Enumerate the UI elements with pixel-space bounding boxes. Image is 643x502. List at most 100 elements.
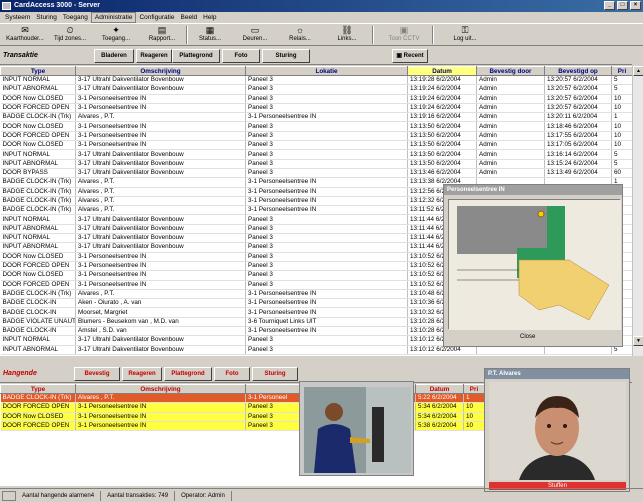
table-row[interactable]: DOOR BYPASS 3-17 Ultrahl Dakventilator Bo… [0,168,632,179]
table-cell: Paneel 3 [245,233,408,244]
table-cell: 3-17 Ultrahl Dakventilator Bovenbouw [75,214,246,225]
hangende-sturing-button[interactable]: Sturing [252,367,298,381]
recent-icon: ▣ [396,53,404,59]
menu-systeem[interactable]: Systeem [2,12,33,23]
plattegrond-button[interactable]: Plattegrond [172,49,220,63]
hangende-reageren-button[interactable]: Reageren [122,367,162,381]
table-cell: 3-1 Personeelsentree IN [245,187,408,197]
table-row[interactable]: INPUT NORMAL 3-17 Ultrahl Dakventilator B… [0,149,632,160]
floorplan-map[interactable] [448,199,621,330]
links-button[interactable]: ⛓ Links... [333,25,361,45]
pending-cell: 3-1 Personeelsentree IN [75,412,246,422]
menu-configuratie[interactable]: Configuratie [136,12,177,23]
table-row[interactable]: DOOR Now CLOSED 3-1 Personeelsentree IN Pa… [0,94,632,104]
cardholder-photo [489,382,626,480]
table-cell: Paneel 3 [245,242,408,253]
table-cell: DOOR Now CLOSED [0,94,76,104]
table-row[interactable]: DOOR Now CLOSED 3-1 Personeelsentree IN Pa… [0,121,632,132]
pending-col-pri[interactable]: Pri [463,384,484,394]
table-cell: 3-1 Personeelsentree IN [245,196,408,207]
recent-button[interactable]: ▣ Recent [392,49,428,63]
minimize-button[interactable]: _ [604,1,615,10]
col-pri[interactable]: Pri [611,66,632,76]
status-arrow-icon [2,490,16,501]
deuren-button[interactable]: ▭ Deuren... [240,25,270,45]
menu-help[interactable]: Help [200,12,219,23]
table-cell: BADGE VIOLATE UNAUTH [0,317,76,328]
table-cell: 3-1 Personeelsentree IN [245,307,408,318]
pending-cell: 5:34 6/2/2004 [415,412,464,422]
table-row[interactable]: DOOR Now CLOSED 3-1 Personeelsentree IN Pa… [0,140,632,151]
table-row[interactable]: INPUT ABNORMAL 3-17 Ultrahl Dakventilator… [0,159,632,169]
table-row[interactable]: BADGE CLOCK-IN (Trk) Alvares , P.T. 3-1 Pe… [0,112,632,123]
scroll-down-arrow-icon[interactable]: ▼ [633,336,643,346]
table-cell: 3-1 Personeelsentree IN [75,103,246,114]
pending-cell: 10 [463,402,484,413]
table-cell: 10 [611,140,632,151]
menu-administratie[interactable]: Administratie [90,12,137,23]
app-icon [2,2,11,10]
status-button[interactable]: ▦ Status... [196,25,224,45]
col-bevestigd-op[interactable]: Bevestigd op [544,66,612,76]
rapport-button[interactable]: ▤ Rapport... [146,25,178,45]
table-cell: BADGE CLOCK-IN [0,326,76,337]
table-cell: BADGE CLOCK-IN (Trk) [0,205,76,216]
table-row[interactable]: DOOR FORCED OPEN 3-1 Personeelsentree IN P… [0,131,632,142]
toon-cctv-button[interactable]: ▣ Toon CCTV [386,25,422,45]
hangende-foto-button[interactable]: Foto [214,367,250,381]
table-cell: INPUT NORMAL [0,233,76,244]
table-cell: DOOR FORCED OPEN [0,103,76,114]
table-cell: Admin [476,159,545,169]
col-lokatie[interactable]: Lokatie [245,66,408,76]
table-cell: Paneel 3 [245,131,408,142]
col-bevestig-door[interactable]: Bevestig door [476,66,545,76]
table-row[interactable]: DOOR FORCED OPEN 3-1 Personeelsentree IN P… [0,103,632,114]
table-cell: INPUT ABNORMAL [0,242,76,253]
kaarthouder-button[interactable]: ✉ Kaarthouder... [4,25,46,45]
pending-col-datum[interactable]: Datum [415,384,464,394]
close-button[interactable]: × [630,1,641,10]
toegang-button[interactable]: ✦ Toegang... [100,25,132,45]
reageren-button[interactable]: Reageren [136,49,172,63]
pending-cell: 5:38 6/2/2004 [415,421,464,432]
hangende-plattegrond-button[interactable]: Plattegrond [164,367,212,381]
bladeren-button[interactable]: Bladeren [94,49,134,63]
relais-button[interactable]: ☼ Relais... [286,25,314,45]
table-row[interactable]: INPUT NORMAL 3-17 Ultrahl Dakventilator B… [0,75,632,86]
floorplan-close-button[interactable]: Close [520,334,535,340]
col-datum[interactable]: Datum [407,66,477,76]
transaction-scrollbar[interactable]: ▲ ▼ [632,66,643,356]
pending-col-type[interactable]: Type [0,384,76,394]
table-cell: 13:16:14 6/2/2004 [544,149,612,160]
sturing-button[interactable]: Sturing [262,49,310,63]
table-cell: 13:20:57 6/2/2004 [544,94,612,104]
table-cell: Paneel 3 [245,261,408,272]
scroll-up-arrow-icon[interactable]: ▲ [633,66,643,76]
floorplan-title: Personeelsentree IN [444,185,622,195]
log-uit-button[interactable]: ⚿ Log uit... [450,25,480,45]
table-row[interactable]: INPUT ABNORMAL 3-17 Ultrahl Dakventilator… [0,84,632,95]
table-cell: 3-1 Personeelsentree IN [245,289,408,300]
table-cell: Paneel 3 [245,103,408,114]
table-cell: 3-17 Ultrahl Dakventilator Bovenbouw [75,168,246,179]
pending-cell: Alvares , P.T. [75,393,246,404]
table-cell: Paneel 3 [245,335,408,346]
table-cell: INPUT NORMAL [0,149,76,160]
col-omschrijving[interactable]: Omschrijving [75,66,246,76]
table-cell: DOOR FORCED OPEN [0,280,76,290]
menu-beeld[interactable]: Beeld [178,12,201,23]
bevestig-button[interactable]: Bevestig [74,367,120,381]
cctv-video-feed[interactable] [304,387,411,473]
table-cell: 3-1 Personeelsentree IN [75,140,246,151]
tijd-zones-button[interactable]: ⏲ Tijd zones... [52,25,88,45]
pending-cell: 3-1 Personeelsentree IN [75,421,246,432]
table-cell: INPUT NORMAL [0,75,76,86]
menu-sturing[interactable]: Sturing [33,12,60,23]
foto-button[interactable]: Foto [222,49,260,63]
col-type[interactable]: Type [0,66,76,76]
table-cell: 13:13:50 6/2/2004 [407,140,477,151]
menu-toegang[interactable]: Toegang [60,12,91,23]
pending-col-omschrijving[interactable]: Omschrijving [75,384,246,394]
maximize-button[interactable]: □ [617,1,628,10]
table-cell: 3-1 Personeelsentree IN [75,270,246,281]
